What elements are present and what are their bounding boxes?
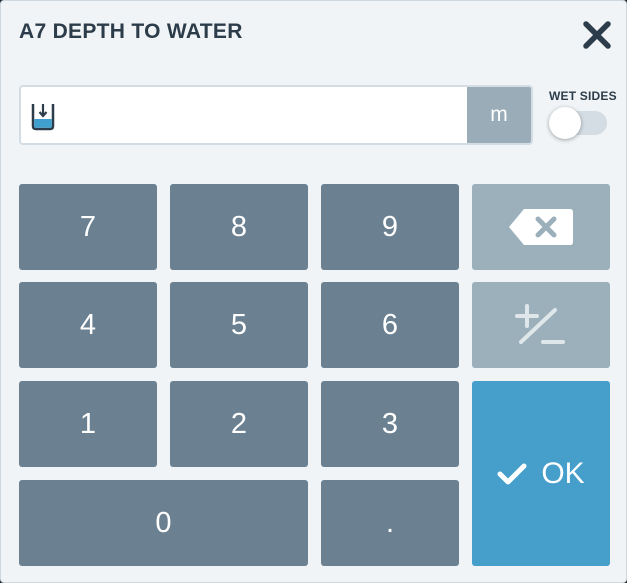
toggle-knob [549, 107, 581, 139]
unit-label: m [467, 87, 531, 143]
backspace-icon [509, 209, 573, 245]
plus-minus-button[interactable] [472, 282, 610, 368]
key-9[interactable]: 9 [321, 184, 459, 270]
depth-input-field[interactable]: m [19, 85, 533, 145]
close-button[interactable] [581, 19, 613, 51]
close-icon [583, 21, 611, 49]
plus-minus-icon [515, 304, 565, 344]
key-6[interactable]: 6 [321, 282, 459, 368]
key-2[interactable]: 2 [170, 381, 308, 467]
key-3[interactable]: 3 [321, 381, 459, 467]
key-5[interactable]: 5 [170, 282, 308, 368]
wet-sides-label: WET SIDES [549, 89, 617, 103]
key-8[interactable]: 8 [170, 184, 308, 270]
key-7[interactable]: 7 [19, 184, 157, 270]
depth-value-input[interactable] [65, 87, 465, 143]
backspace-button[interactable] [472, 184, 610, 270]
ok-button[interactable]: OK [472, 381, 610, 566]
dialog-title: A7 DEPTH TO WATER [19, 20, 243, 43]
key-0[interactable]: 0 [19, 480, 308, 566]
key-decimal[interactable]: . [321, 480, 459, 566]
checkmark-icon [497, 463, 527, 484]
wet-sides-toggle[interactable] [549, 107, 607, 139]
depth-to-water-dialog: A7 DEPTH TO WATER m WET SIDES 7 8 9 4 5 … [0, 0, 627, 583]
depth-to-water-icon [31, 104, 55, 131]
ok-label: OK [541, 456, 585, 490]
key-4[interactable]: 4 [19, 282, 157, 368]
key-1[interactable]: 1 [19, 381, 157, 467]
